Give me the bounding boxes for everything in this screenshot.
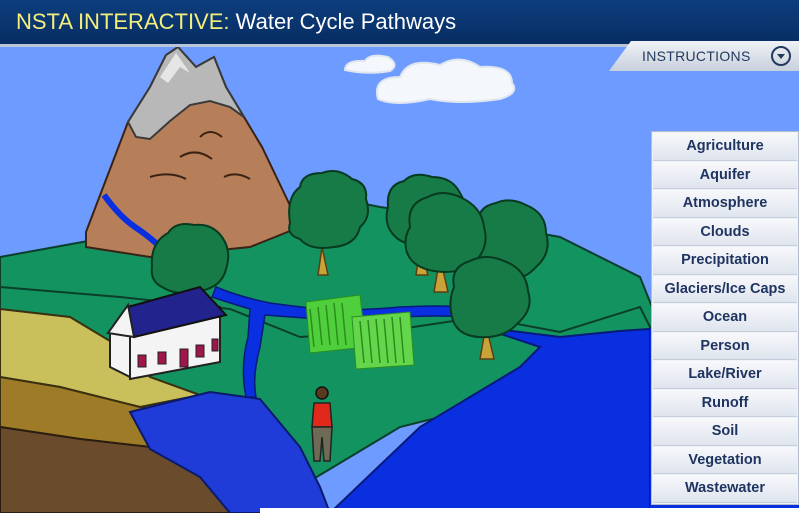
- menu-item-agriculture[interactable]: Agriculture: [653, 133, 797, 161]
- menu-item-person[interactable]: Person: [653, 332, 797, 360]
- menu-item-ocean[interactable]: Ocean: [653, 304, 797, 332]
- menu-item-soil[interactable]: Soil: [653, 418, 797, 446]
- brand-label: NSTA INTERACTIVE: [16, 9, 224, 34]
- chevron-down-circle-icon[interactable]: [771, 46, 791, 66]
- menu-item-lake-river[interactable]: Lake/River: [653, 361, 797, 389]
- title-bar: NSTA INTERACTIVE: Water Cycle Pathways: [0, 0, 799, 47]
- menu-item-clouds[interactable]: Clouds: [653, 218, 797, 246]
- menu-item-precipitation[interactable]: Precipitation: [653, 247, 797, 275]
- menu-item-aquifer[interactable]: Aquifer: [653, 161, 797, 189]
- bottom-strip: [260, 508, 799, 513]
- app-title: NSTA INTERACTIVE: Water Cycle Pathways: [16, 9, 456, 35]
- page-title: Water Cycle Pathways: [229, 9, 457, 34]
- menu-item-wastewater[interactable]: Wastewater: [653, 475, 797, 503]
- menu-item-atmosphere[interactable]: Atmosphere: [653, 190, 797, 218]
- menu-item-glaciers-ice-caps[interactable]: Glaciers/Ice Caps: [653, 275, 797, 303]
- menu-item-runoff[interactable]: Runoff: [653, 389, 797, 417]
- instructions-label: INSTRUCTIONS: [642, 48, 751, 64]
- instructions-button[interactable]: INSTRUCTIONS: [609, 41, 799, 71]
- menu-item-vegetation[interactable]: Vegetation: [653, 446, 797, 474]
- pathway-menu: Agriculture Aquifer Atmosphere Clouds Pr…: [651, 131, 799, 505]
